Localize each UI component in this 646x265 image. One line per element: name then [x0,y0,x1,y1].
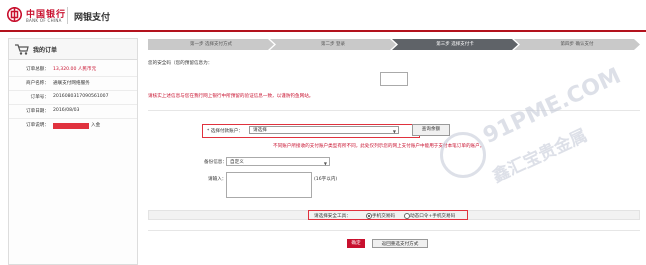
security-tool-label: 请选择安全工具： [314,213,351,219]
logo-divider [67,7,68,24]
order-sidebar: 我的订单 订单总额： 13,320.00 人民币元 商户名称： 通联支付网络服务… [8,38,138,265]
note-select-value: 自定义 [230,160,244,165]
radio-token-sms-label: 动态口令+手机交易码 [410,213,456,219]
back-to-payment-method-button[interactable]: 返回重选支付方式 [372,239,428,248]
account-select-highlight: * 选择付款账户： 请选择 ▼ [202,124,420,138]
security-tool-highlight: 请选择安全工具： 手机交易码 动态口令+手机交易码 [308,210,468,220]
order-row-description: 订单说明： 入金 [9,119,137,133]
security-code-prompt: 您的安全码（您的预留信息为： [148,61,213,66]
step-2: 第二步 登录 [270,39,396,50]
note-select[interactable]: 自定义 ▼ [226,157,330,166]
section-divider [148,110,640,111]
top-header: 中国银行 BANK OF CHINA 网银支付 [0,0,646,30]
reserved-info-box [380,72,408,86]
order-description-label: 订单说明： [26,123,49,128]
account-type-notice: 不同账户所接收的支付账户类型有所不同，此处仅列示您的网上支付账户中能用于支付本笔… [273,144,485,149]
step-progress-bar: 第一步 选择支付方式 第二步 登录 第三步 选择支付卡 第四步 确认支付 [148,39,640,50]
verify-notice: 请核实上述信息与您在我行网上银行中所预留的验证信息一致，以谨防钓鱼网站。 [148,94,314,99]
shopping-cart-icon [15,44,29,55]
account-select[interactable]: 请选择 ▼ [249,126,399,134]
step-4: 第四步 确认支付 [514,39,640,50]
input-label: 请输入： [208,177,227,182]
payment-form: 您的安全码（您的预留信息为： 请核实上述信息与您在我行网上银行中所预留的验证信息… [148,52,640,263]
account-label: * 选择付款账户： [207,129,243,134]
order-total-label: 订单总额： [26,67,49,72]
account-select-value: 请选择 [253,128,267,133]
chevron-down-icon: ▼ [392,129,396,134]
bank-of-china-logo-icon [7,7,22,22]
order-sidebar-title: 我的订单 [33,47,58,54]
section-divider [148,230,640,231]
confirm-button[interactable]: 确定 [347,239,365,248]
char-limit-text: (16字以内) [314,177,338,182]
order-description-value: 入金 [91,123,101,128]
radio-sms-code-label: 手机交易码 [372,213,395,219]
order-row-number: 订单号： 2016080317090561007 [9,91,137,105]
merchant-value: 通联支付网络服务 [53,81,90,86]
order-row-date: 订单日期： 2016/08/03 [9,105,137,119]
note-textarea[interactable] [226,172,312,198]
order-number-label: 订单号： [30,95,49,100]
order-row-total: 订单总额： 13,320.00 人民币元 [9,63,137,77]
page-title: 网银支付 [74,13,111,23]
step-3-active: 第三步 选择支付卡 [392,39,518,50]
bank-name-en: BANK OF CHINA [26,18,62,23]
merchant-label: 商户名称： [26,81,49,86]
chevron-down-icon: ▼ [323,161,327,166]
header-red-line [0,30,646,32]
order-sidebar-header: 我的订单 [9,39,137,60]
redacted-mask [53,123,89,129]
order-row-merchant: 商户名称： 通联支付网络服务 [9,77,137,91]
order-number-value: 2016080317090561007 [53,94,109,99]
order-date-value: 2016/08/03 [53,108,80,113]
order-total-value: 13,320.00 人民币元 [53,67,97,72]
step-1: 第一步 选择支付方式 [148,39,274,50]
order-date-label: 订单日期： [26,109,49,114]
query-balance-button[interactable]: 查询余额 [412,124,450,136]
note-label: 备份信息： [204,160,227,165]
